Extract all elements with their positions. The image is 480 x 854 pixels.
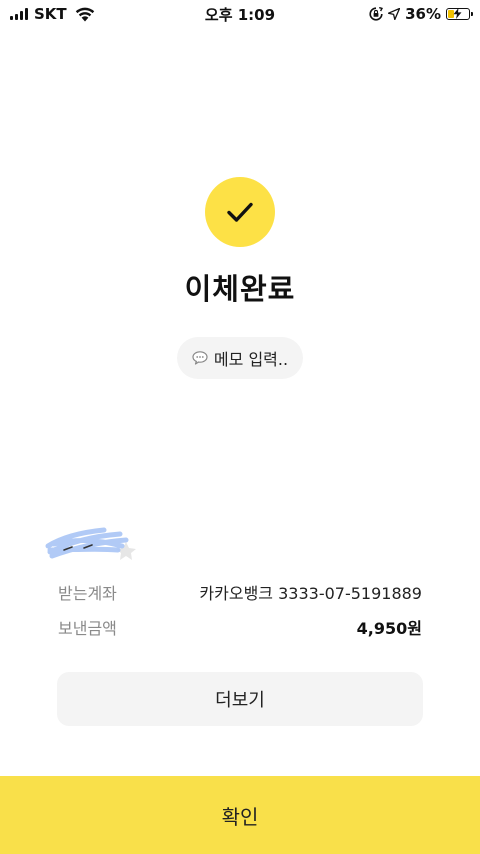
- amount-label: 보낸금액: [58, 619, 117, 638]
- more-button[interactable]: 더보기: [57, 672, 423, 726]
- account-row: 받는계좌 카카오뱅크 3333-07-5191889: [58, 580, 422, 604]
- page-title: 이체완료: [184, 272, 296, 306]
- battery-percent: 36%: [405, 5, 441, 23]
- success-check-badge: [205, 177, 275, 247]
- redaction-scribble: [45, 527, 136, 560]
- checkmark-icon: [227, 202, 253, 222]
- confirm-button[interactable]: 확인: [0, 776, 480, 854]
- memo-input-button[interactable]: 메모 입력..: [177, 337, 303, 379]
- bolt-icon: [453, 8, 462, 19]
- more-button-label: 더보기: [215, 690, 265, 711]
- rotation-lock-icon: [369, 7, 384, 21]
- recipient-name-redacted: [44, 520, 154, 564]
- battery-charging-icon: [446, 8, 473, 20]
- status-bar: SKT 오후 1:09 36%: [0, 0, 480, 28]
- amount-row: 보낸금액 4,950원: [58, 615, 422, 639]
- status-right: 36%: [369, 4, 473, 24]
- battery-nub: [471, 12, 473, 16]
- memo-input-label: 메모 입력..: [213, 350, 289, 369]
- amount-value: 4,950원: [356, 619, 422, 638]
- location-arrow-icon: [388, 8, 401, 20]
- account-value: 카카오뱅크 3333-07-5191889: [199, 584, 422, 603]
- account-label: 받는계좌: [58, 584, 117, 603]
- speech-bubble-icon: [192, 351, 208, 365]
- confirm-button-label: 확인: [221, 804, 259, 829]
